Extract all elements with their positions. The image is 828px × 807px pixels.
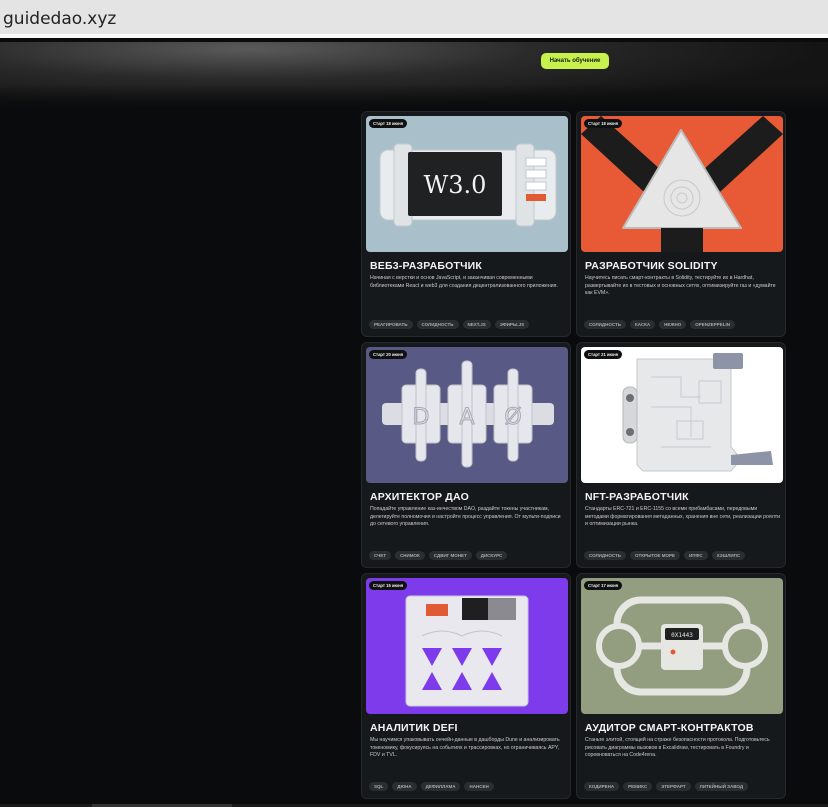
course-description: Попадайте управление каз-инчеством DAO, … [370,506,561,528]
start-date-badge: Старт 18 июня [369,119,408,128]
tag: НЕЖНО [659,320,687,329]
dao-letter-o: Ø [504,405,521,430]
course-card-solidity[interactable]: Старт 18 июня РАЗРАБОТЧИК SOLIDITY Научи… [576,111,786,337]
course-card-audit[interactable]: 0X1443 Старт 17 июня АУДИТОР СМАРТ-КОНТР… [576,573,786,799]
url-text[interactable]: guidedao.xyz [3,9,116,29]
tag-list: РЕАГИРОВАТЬ СОЛИДНОСТЬ NEXT.JS ЭФИРЫ.JS [369,320,530,329]
start-learning-button[interactable]: Начать обучение [541,53,609,69]
course-description: Стандарты ERC-721 и ERC-1155 со всеми пр… [585,506,780,528]
start-date-badge: Старт 20 июня [369,350,408,359]
start-date-badge: Старт 15 июня [369,581,408,590]
course-title: АРХИТЕКТОР ДАО [370,491,469,503]
course-card-dao[interactable]: D A Ø Старт 20 июня АРХИТЕКТОР ДАО Попад… [361,342,571,568]
course-description: Начиная с верстки и основ JavaScript, и … [370,275,558,289]
tag: СНИМОК [395,551,425,560]
course-image-dao: D A Ø Старт 20 июня [366,347,568,483]
tag: КОДИРЕНА [584,782,620,791]
tag-list: СЧЕТ СНИМОК СДВИГ МОНЕТ ДИСКУРС [369,551,508,560]
tag-list: СОЛИДНОСТЬ ОТКРЫТОЕ МОРЕ ИПФС ХЭШЛИПС [584,551,746,560]
tag: СЧЕТ [369,551,392,560]
course-card-web3[interactable]: W3.0 Старт 18 июня ВЕБ3-РАЗРАБОТЧИК Начи… [361,111,571,337]
course-description: Мы научимся упаковывать ончейн-данные в … [370,737,560,759]
start-date-badge: Старт 17 июня [584,581,623,590]
tag: СДВИГ МОНЕТ [428,551,472,560]
address-bar[interactable]: guidedao.xyz [0,0,828,38]
tag: OPENZEPPELIN [690,320,735,329]
tag: НАНСЕН [464,782,494,791]
course-title: АУДИТОР СМАРТ-КОНТРАКТОВ [585,722,754,734]
course-image-solidity: Старт 18 июня [581,116,783,252]
tag: NEXT.JS [462,320,491,329]
tag: РЕАГИРОВАТЬ [369,320,413,329]
course-card-nft[interactable]: Старт 21 июня NFT-РАЗРАБОТЧИК Стандарты … [576,342,786,568]
tag-list: СОЛИДНОСТЬ КАСКА НЕЖНО OPENZEPPELIN [584,320,735,329]
dao-letter-a: A [459,405,474,430]
tag: РЕМИКС [623,782,653,791]
course-title: РАЗРАБОТЧИК SOLIDITY [585,260,718,272]
tag: СОЛИДНОСТЬ [584,320,626,329]
tag: КАСКА [630,320,656,329]
course-image-audit: 0X1443 Старт 17 июня [581,578,783,714]
course-description: Станьте элитой, стоящей на страже безопа… [585,737,770,759]
tag: ИПФС [684,551,708,560]
course-image-defi: Старт 15 июня [366,578,568,714]
course-title: NFT-РАЗРАБОТЧИК [585,491,689,503]
hero-banner [0,42,828,110]
tag: СОЛИДНОСТЬ [584,551,626,560]
dao-letter-d: D [413,405,430,430]
tag-list: КОДИРЕНА РЕМИКС ЭТЕРФАРТ ЛИТЕЙНЫЙ ЗАВОД [584,782,749,791]
course-title: АНАЛИТИК DEFI [370,722,458,734]
audit-screen-text: 0X1443 [671,632,693,639]
screen-text: W3.0 [424,171,487,199]
tag: ЛИТЕЙНЫЙ ЗАВОД [694,782,749,791]
start-date-badge: Старт 21 июня [584,350,623,359]
tag: ХЭШЛИПС [711,551,746,560]
tag: SQL [369,782,389,791]
tag: СОЛИДНОСТЬ [416,320,459,329]
tag-list: SQL ДЮНА ДЕФИЛЛАМА НАНСЕН [369,782,494,791]
course-title: ВЕБ3-РАЗРАБОТЧИК [370,260,483,272]
tag: ДЮНА [392,782,417,791]
tag: ЭТЕРФАРТ [656,782,691,791]
tag: ДЕФИЛЛАМА [420,782,461,791]
tag: ЭФИРЫ.JS [494,320,530,329]
course-image-nft: Старт 21 июня [581,347,783,483]
course-card-defi[interactable]: Старт 15 июня АНАЛИТИК DEFI Мы научимся … [361,573,571,799]
tag: ОТКРЫТОЕ МОРЕ [630,551,681,560]
tag: ДИСКУРС [475,551,508,560]
start-date-badge: Старт 18 июня [584,119,623,128]
course-description: Научитесь писать смарт-контракты в Solid… [585,275,776,297]
course-image-web3: W3.0 Старт 18 июня [366,116,568,252]
